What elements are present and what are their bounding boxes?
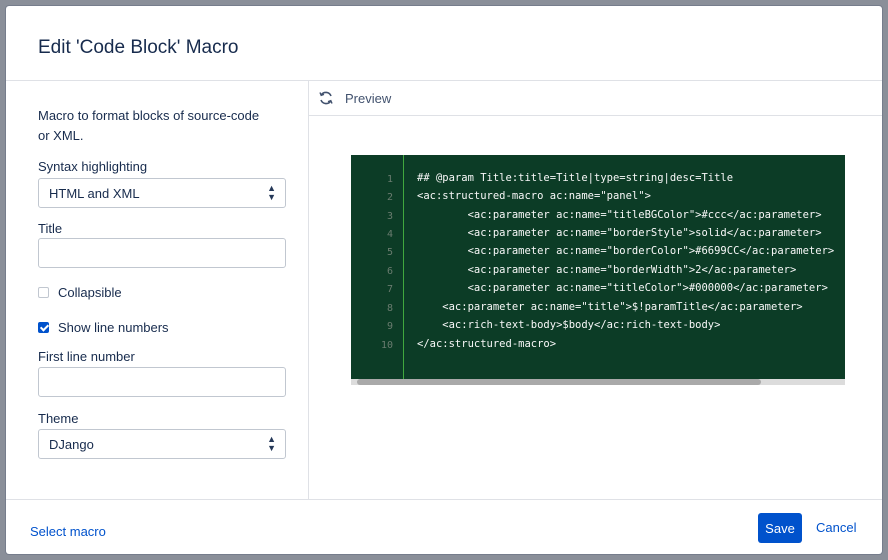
cancel-button[interactable]: Cancel xyxy=(816,520,856,535)
dialog-header: Edit 'Code Block' Macro xyxy=(6,6,882,81)
line-number: 3 xyxy=(386,211,393,222)
save-button[interactable]: Save xyxy=(758,513,802,543)
syntax-highlighting-value: HTML and XML xyxy=(49,186,140,201)
preview-toolbar: Preview xyxy=(309,81,882,116)
title-input[interactable] xyxy=(38,238,286,268)
code-line: <ac:parameter ac:name="borderStyle">soli… xyxy=(417,227,822,239)
horizontal-scrollbar[interactable] xyxy=(351,379,845,385)
code-line: <ac:parameter ac:name="titleBGColor">#cc… xyxy=(417,209,822,221)
line-number: 5 xyxy=(386,247,393,258)
show-line-numbers-label: Show line numbers xyxy=(58,320,169,335)
code-line: ## @param Title:title=Title|type=string|… xyxy=(417,172,734,184)
code-line: <ac:parameter ac:name="borderWidth">2</a… xyxy=(417,264,797,276)
code-line: <ac:parameter ac:name="borderColor">#669… xyxy=(417,245,835,257)
collapsible-label: Collapsible xyxy=(58,285,122,300)
syntax-highlighting-select[interactable]: HTML and XML ▲ ▼ xyxy=(38,178,286,208)
macro-parameters-panel: Macro to format blocks of source-code or… xyxy=(6,81,309,499)
code-line: <ac:parameter ac:name="title">$!paramTit… xyxy=(417,301,803,313)
code-line: <ac:parameter ac:name="titleColor">#0000… xyxy=(417,282,828,294)
edit-macro-dialog: Edit 'Code Block' Macro Macro to format … xyxy=(6,6,882,554)
preview-panel: Preview 1 2 3 4 5 6 7 8 9 10 ## @param T… xyxy=(309,81,882,499)
line-number: 9 xyxy=(386,321,393,332)
theme-value: DJango xyxy=(49,437,94,452)
dialog-title: Edit 'Code Block' Macro xyxy=(38,37,239,58)
line-number-gutter: 1 2 3 4 5 6 7 8 9 10 xyxy=(351,155,404,379)
line-number: 4 xyxy=(386,229,393,240)
select-macro-link[interactable]: Select macro xyxy=(30,524,106,539)
sort-arrows-icon: ▲ ▼ xyxy=(267,434,276,453)
code-lines: ## @param Title:title=Title|type=string|… xyxy=(417,155,845,379)
theme-label: Theme xyxy=(38,411,79,426)
code-preview: 1 2 3 4 5 6 7 8 9 10 ## @param Title:tit… xyxy=(351,155,845,385)
refresh-icon[interactable] xyxy=(318,90,334,106)
sort-arrows-icon: ▲ ▼ xyxy=(267,183,276,202)
code-line: <ac:rich-text-body>$body</ac:rich-text-b… xyxy=(417,319,721,331)
line-number: 10 xyxy=(380,340,393,351)
syntax-highlighting-label: Syntax highlighting xyxy=(38,159,148,174)
title-label: Title xyxy=(38,221,63,236)
code-line: <ac:structured-macro ac:name="panel"> xyxy=(417,190,651,202)
line-number: 6 xyxy=(386,266,393,277)
collapsible-checkbox[interactable] xyxy=(38,287,49,298)
line-number: 7 xyxy=(386,284,393,295)
line-number: 8 xyxy=(386,303,393,314)
preview-label: Preview xyxy=(345,91,392,106)
scrollbar-thumb[interactable] xyxy=(357,379,761,385)
dialog-footer: Select macro Save Cancel xyxy=(6,499,882,554)
theme-select[interactable]: DJango ▲ ▼ xyxy=(38,429,286,459)
macro-description: Macro to format blocks of source-code or… xyxy=(38,108,260,143)
code-line: </ac:structured-macro> xyxy=(417,338,557,350)
line-number: 1 xyxy=(386,174,393,185)
line-number: 2 xyxy=(386,192,393,203)
show-line-numbers-checkbox[interactable] xyxy=(38,322,49,333)
first-line-number-input[interactable] xyxy=(38,367,286,397)
first-line-number-label: First line number xyxy=(38,349,135,364)
